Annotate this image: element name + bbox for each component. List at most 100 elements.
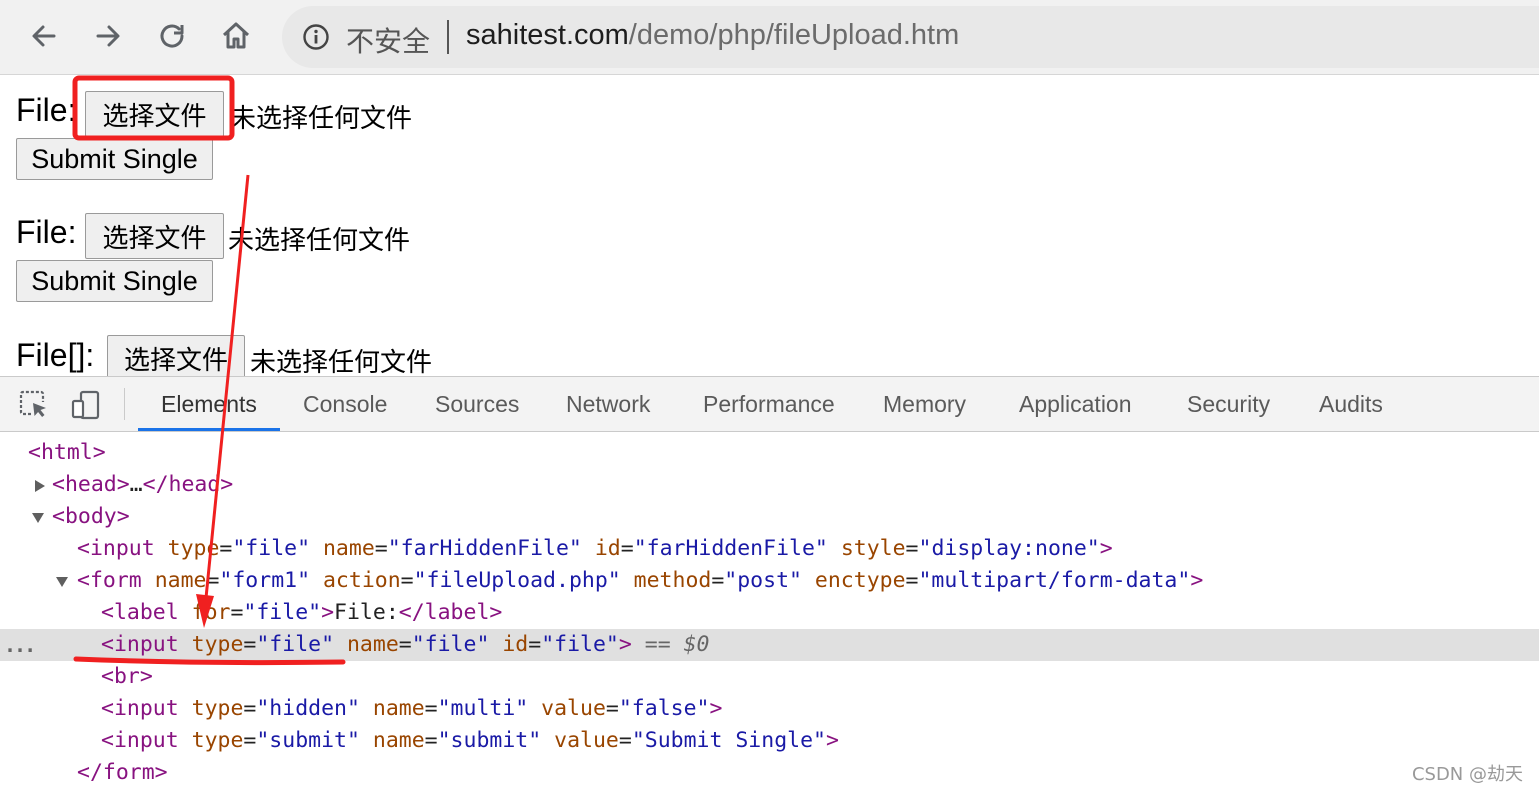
back-button[interactable] xyxy=(24,16,64,56)
attr-name: enctype xyxy=(814,568,906,593)
dom-tag-end: > xyxy=(825,728,839,753)
security-status-label[interactable]: 不安全 xyxy=(346,20,430,60)
dom-text: File: xyxy=(334,600,399,625)
dom-tag: <input xyxy=(101,728,179,753)
attr-name: name xyxy=(372,696,425,721)
dom-node-form-close[interactable]: </form> xyxy=(0,757,1539,789)
collapse-arrow-icon[interactable] xyxy=(56,577,68,587)
dom-tag: <input xyxy=(101,632,179,657)
attr-name: style xyxy=(840,536,906,561)
dom-node-input-file-selected[interactable]: ... <input type="file" name="file" id="f… xyxy=(0,629,1539,661)
devtools-panel: Elements Console Sources Network Perform… xyxy=(0,376,1539,794)
attr-value: "submit" xyxy=(256,728,360,753)
tab-application[interactable]: Application xyxy=(1019,377,1132,432)
choose-files-button[interactable]: 选择文件 xyxy=(107,335,245,376)
dom-node-label[interactable]: <label for="file">File:</label> xyxy=(0,597,1539,629)
url-host: sahitest.com xyxy=(466,19,629,51)
attr-value: "file" xyxy=(411,632,490,657)
dom-tag: <head> xyxy=(52,472,130,497)
active-tab-indicator xyxy=(138,428,280,431)
dom-tag-end: > xyxy=(1099,536,1113,561)
attr-value: "form1" xyxy=(219,568,311,593)
attr-name: type xyxy=(167,536,220,561)
devtools-tab-bar: Elements Console Sources Network Perform… xyxy=(0,377,1539,432)
tab-sources[interactable]: Sources xyxy=(435,377,519,432)
dom-tag: <input xyxy=(101,696,179,721)
dom-node-form[interactable]: <form name="form1" action="fileUpload.ph… xyxy=(0,565,1539,597)
attr-value: "farHiddenFile" xyxy=(387,536,582,561)
attr-value: "false" xyxy=(618,696,710,721)
attr-value: "file" xyxy=(256,632,335,657)
attr-name: type xyxy=(191,696,244,721)
attr-name: value xyxy=(554,728,619,753)
tab-network[interactable]: Network xyxy=(566,377,650,432)
dom-close-tag: </head> xyxy=(142,472,234,497)
tab-elements[interactable]: Elements xyxy=(161,377,257,432)
attr-value: "file" xyxy=(541,632,619,657)
home-button[interactable] xyxy=(216,16,256,56)
tab-performance[interactable]: Performance xyxy=(703,377,835,432)
device-toolbar-icon[interactable] xyxy=(70,389,102,421)
attr-value: "file" xyxy=(243,600,322,625)
inspect-element-icon[interactable] xyxy=(18,389,50,421)
dom-tag-end: > xyxy=(321,600,335,625)
attr-name: name xyxy=(322,536,375,561)
dom-node-head[interactable]: <head>…</head> xyxy=(0,469,1539,501)
dom-tag-end: > xyxy=(709,696,723,721)
attr-name: name xyxy=(346,632,399,657)
no-file-chosen-text: 未选择任何文件 xyxy=(250,348,433,376)
dom-tag-end: > xyxy=(1190,568,1204,593)
dom-node-input-hidden-file[interactable]: <input type="file" name="farHiddenFile" … xyxy=(0,533,1539,565)
attr-name: name xyxy=(372,728,425,753)
tab-audits[interactable]: Audits xyxy=(1319,377,1383,432)
attr-value: "post" xyxy=(724,568,802,593)
no-file-chosen-text: 未选择任何文件 xyxy=(228,226,411,256)
file-label: File: xyxy=(16,214,77,250)
dom-close-tag: </label> xyxy=(398,600,503,625)
dom-node-body[interactable]: <body> xyxy=(0,501,1539,533)
attr-value: "farHiddenFile" xyxy=(633,536,828,561)
dom-node-input-submit[interactable]: <input type="submit" name="submit" value… xyxy=(0,725,1539,757)
file-label: File: xyxy=(16,92,77,128)
reload-icon xyxy=(160,24,184,48)
dom-tag: <input xyxy=(77,536,155,561)
dom-tag: <label xyxy=(101,600,179,625)
tab-security[interactable]: Security xyxy=(1187,377,1270,432)
tab-console[interactable]: Console xyxy=(303,377,387,432)
watermark: CSDN @劫天 xyxy=(1411,764,1523,785)
arrow-left-icon xyxy=(32,25,56,47)
attr-name: type xyxy=(191,728,244,753)
selected-node-marker: == $0 xyxy=(644,632,710,657)
dom-ellipsis: … xyxy=(129,472,143,497)
forward-button[interactable] xyxy=(88,16,128,56)
attr-name: name xyxy=(154,568,207,593)
submit-single-button[interactable]: Submit Single xyxy=(16,260,213,302)
dom-tag: <br> xyxy=(101,664,153,689)
submit-single-button[interactable]: Submit Single xyxy=(16,138,213,180)
attr-value: "multipart/form-data" xyxy=(918,568,1191,593)
dom-node-html[interactable]: <html> xyxy=(0,437,1539,469)
expand-arrow-icon[interactable] xyxy=(35,480,45,492)
toolbar-separator xyxy=(124,388,125,420)
tab-memory[interactable]: Memory xyxy=(883,377,966,432)
choose-file-button[interactable]: 选择文件 xyxy=(85,91,224,137)
attr-value: "hidden" xyxy=(256,696,360,721)
attr-name: method xyxy=(633,568,712,593)
attr-name: value xyxy=(541,696,606,721)
reload-button[interactable] xyxy=(152,16,192,56)
dom-node-input-hidden[interactable]: <input type="hidden" name="multi" value=… xyxy=(0,693,1539,725)
more-options-icon[interactable]: ... xyxy=(4,629,36,661)
page-viewport: File: 选择文件 未选择任何文件 Submit Single File: 选… xyxy=(0,76,1539,376)
info-circle-icon[interactable] xyxy=(302,23,330,51)
file-array-label: File[]: xyxy=(16,337,95,373)
choose-file-button[interactable]: 选择文件 xyxy=(85,213,224,259)
dom-node-br[interactable]: <br> xyxy=(0,661,1539,693)
address-bar[interactable]: 不安全 sahitest.com/demo/php/fileUpload.htm xyxy=(282,6,1539,68)
attr-value: "display:none" xyxy=(918,536,1100,561)
no-file-chosen-text: 未选择任何文件 xyxy=(230,104,413,134)
attr-value: "multi" xyxy=(437,696,529,721)
attr-value: "Submit Single" xyxy=(631,728,826,753)
collapse-arrow-icon[interactable] xyxy=(32,513,44,523)
url-text[interactable]: sahitest.com/demo/php/fileUpload.htm xyxy=(466,19,959,52)
attr-name: id xyxy=(594,536,621,561)
